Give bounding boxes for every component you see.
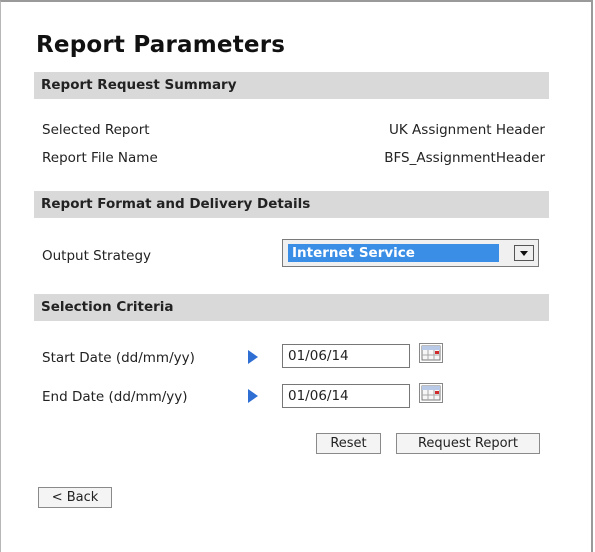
- section-header-summary: Report Request Summary: [34, 72, 549, 99]
- section-header-criteria: Selection Criteria: [34, 294, 549, 321]
- reset-button[interactable]: Reset: [316, 433, 381, 454]
- output-strategy-selected-value: Internet Service: [288, 244, 499, 262]
- triangle-right-icon: [248, 389, 258, 403]
- output-strategy-select[interactable]: Internet Service: [282, 239, 539, 267]
- selected-report-value: UK Assignment Header: [389, 122, 545, 138]
- back-button[interactable]: < Back: [38, 487, 112, 508]
- calendar-icon[interactable]: [419, 343, 443, 363]
- triangle-right-icon: [248, 350, 258, 364]
- calendar-icon[interactable]: [419, 383, 443, 403]
- report-file-label: Report File Name: [42, 150, 158, 166]
- page-title: Report Parameters: [36, 32, 286, 58]
- section-header-format: Report Format and Delivery Details: [34, 191, 549, 218]
- chevron-down-icon[interactable]: [514, 245, 534, 261]
- end-date-label: End Date (dd/mm/yy): [42, 389, 188, 405]
- end-date-input[interactable]: [282, 384, 410, 408]
- output-strategy-label: Output Strategy: [42, 248, 152, 264]
- start-date-label: Start Date (dd/mm/yy): [42, 350, 195, 366]
- request-report-button[interactable]: Request Report: [396, 433, 540, 454]
- report-file-value: BFS_AssignmentHeader: [384, 150, 545, 166]
- start-date-input[interactable]: [282, 344, 410, 368]
- selected-report-label: Selected Report: [42, 122, 150, 138]
